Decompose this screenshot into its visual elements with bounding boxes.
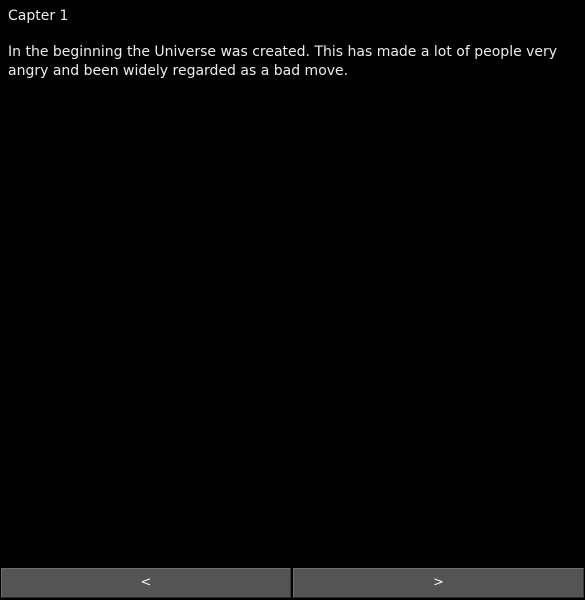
next-page-button[interactable]: >: [293, 568, 584, 598]
previous-page-button[interactable]: <: [1, 568, 291, 598]
chapter-title: Capter 1: [8, 8, 69, 24]
chapter-text: In the beginning the Universe was create…: [8, 44, 558, 79]
page-navigation: < >: [0, 567, 585, 600]
reader-content: Capter 1 In the beginning the Universe w…: [0, 0, 585, 566]
